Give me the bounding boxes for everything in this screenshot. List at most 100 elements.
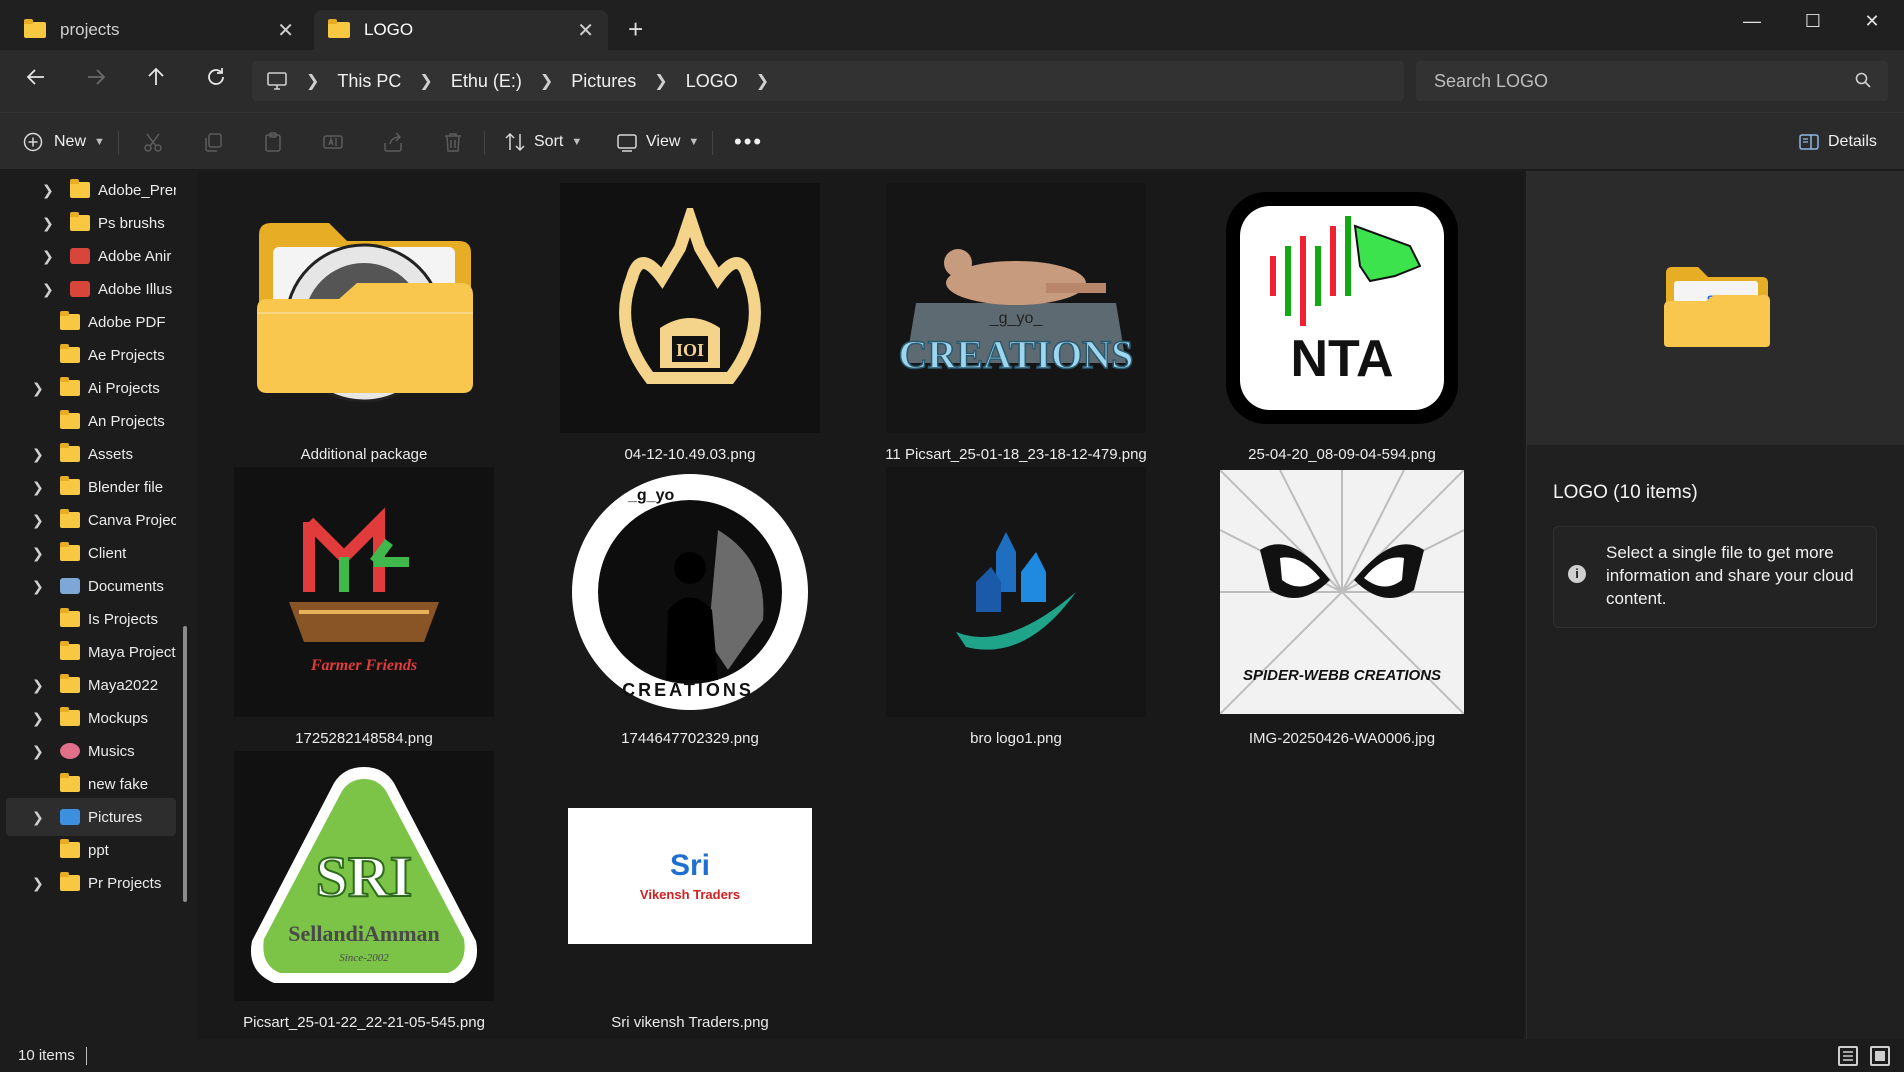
chevron-right-icon[interactable]: ❯ [42,182,54,199]
image-thumbnail: NTA [1212,183,1472,433]
silhouette-creations-logo-image: CREATIONS _g_yo_ [572,474,808,710]
view-icon [617,134,637,152]
svg-text:IOI: IOI [676,340,704,360]
address-row: ❯ This PC ❯ Ethu (E:) ❯ Pictures ❯ LOGO … [0,50,1904,112]
folder-icon [60,641,80,660]
details-view-button[interactable] [1838,1046,1858,1066]
chevron-down-icon: ▼ [571,136,583,148]
farmer-friends-text: Farmer Friends [310,657,417,674]
file-name: bro logo1.png [970,730,1062,747]
sidebar-item-label: Adobe_Prer [98,181,176,199]
cut-button[interactable] [142,123,164,161]
sidebar-item-label: ppt [88,841,109,859]
sidebar-item[interactable]: ❯ Pr Projects [6,864,176,902]
chevron-right-icon[interactable]: ❯ [32,578,44,595]
chevron-right-icon[interactable]: ❯ [32,446,44,463]
view-button[interactable]: View ▼ [616,123,699,161]
chevron-right-icon[interactable]: ❯ [32,479,44,496]
search-input[interactable]: Search LOGO [1416,61,1888,101]
folder-icon [60,410,80,429]
chevron-right-icon[interactable]: ❯ [32,809,44,826]
search-icon[interactable] [1854,71,1872,89]
image-thumbnail: SRI SellandiAmman Since-2002 [234,751,494,1001]
status-bar: 10 items [0,1039,1904,1072]
bro-logo-image [956,532,1076,650]
tab-projects[interactable]: projects ✕ [10,10,308,50]
folder-icon [60,608,80,627]
breadcrumb-pictures[interactable]: Pictures [571,71,636,92]
rename-button[interactable] [322,123,344,161]
chevron-right-icon: ❯ [654,73,668,90]
command-bar: New ▼ Sort ▼ View ▼ ••• Details [0,112,1904,170]
copy-button[interactable] [202,123,224,161]
back-button[interactable] [16,62,56,100]
folder-icon [24,19,46,38]
breadcrumb-drive[interactable]: Ethu (E:) [451,71,522,92]
details-title: LOGO (10 items) [1553,482,1698,503]
folder-icon [257,223,473,403]
new-label: New [54,133,87,150]
chevron-right-icon[interactable]: ❯ [42,281,54,298]
share-button[interactable] [382,123,404,161]
folder-icon [60,443,80,462]
folder-icon [60,674,80,693]
refresh-button[interactable] [196,62,236,100]
details-button[interactable]: Details [1798,123,1877,161]
chevron-right-icon[interactable]: ❯ [32,380,44,397]
chevron-down-icon: ▼ [94,136,105,148]
breadcrumb-logo[interactable]: LOGO [686,71,738,92]
address-bar[interactable]: ❯ This PC ❯ Ethu (E:) ❯ Pictures ❯ LOGO … [252,61,1404,101]
chevron-right-icon[interactable]: ❯ [42,248,54,265]
paste-button[interactable] [262,123,284,161]
sidebar-item-label: Blender file [88,478,164,496]
maximize-button[interactable]: ☐ [1793,6,1833,36]
chevron-right-icon[interactable]: ❯ [756,71,769,91]
file-name: Additional package [300,446,428,463]
sidebar-item-label: Musics [88,742,135,760]
sort-button[interactable]: Sort ▼ [504,123,582,161]
sri-text: SRI [316,844,413,909]
chevron-right-icon[interactable]: ❯ [32,875,44,892]
chevron-right-icon[interactable]: ❯ [32,545,44,562]
chevron-right-icon[interactable]: ❯ [32,677,44,694]
close-tab-icon[interactable]: ✕ [577,18,594,43]
folder-icon [70,212,90,231]
forward-button[interactable] [76,62,116,100]
chevron-right-icon[interactable]: ❯ [32,512,44,529]
file-name: Sri vikensh Traders.png [611,1014,769,1031]
delete-button[interactable] [442,123,464,161]
breadcrumb-this-pc[interactable]: This PC [337,71,401,92]
image-thumbnail: _g_yo_ CREATIONS [886,183,1146,433]
large-icons-view-button[interactable] [1870,1046,1890,1066]
tab-logo[interactable]: LOGO ✕ [314,10,608,50]
sidebar-item-label: Ps brushs [98,214,165,232]
file-name: 11 Picsart_25-01-18_23-18-12-479.png [885,446,1147,463]
chevron-right-icon[interactable]: ❯ [32,743,44,760]
close-tab-icon[interactable]: ✕ [277,18,294,43]
chevron-right-icon: ❯ [419,73,433,90]
file-grid[interactable]: Additional package IOI 04-12-10.49.03.pn… [198,171,1524,1039]
view-label: View [646,133,681,150]
sellandiamman-text: SellandiAmman [288,921,440,946]
folder-icon [60,707,80,726]
more-options-button[interactable]: ••• [734,123,763,161]
new-button[interactable]: New ▼ [22,123,105,161]
chevron-right-icon[interactable]: ❯ [32,710,44,727]
sidebar-item-label: Ai Projects [88,379,160,397]
navigation-pane[interactable]: ❯ Adobe_Prer ❯ Ps brushs ❯ Adobe Anir ❯ Adobe I… [0,171,196,1039]
chevron-right-icon[interactable]: ❯ [42,215,54,232]
item-count: 10 items [18,1047,75,1064]
up-button[interactable] [136,62,176,100]
new-tab-button[interactable]: + [628,14,643,45]
close-window-button[interactable]: ✕ [1852,6,1892,36]
sidebar-item-label: Canva Projec [88,511,176,529]
details-pane: Sri LOGO (10 items) i Select a single fi… [1526,171,1904,1039]
since-text: Since-2002 [339,952,389,964]
minimize-button[interactable]: — [1732,6,1772,36]
divider [712,131,713,155]
sidebar-scrollbar[interactable] [183,626,187,902]
image-thumbnail: CREATIONS _g_yo_ [560,467,820,717]
divider [118,131,119,155]
spider-webb-text: SPIDER-WEBB CREATIONS [1243,667,1441,684]
ring-gyo-text: _g_yo_ [627,487,684,504]
